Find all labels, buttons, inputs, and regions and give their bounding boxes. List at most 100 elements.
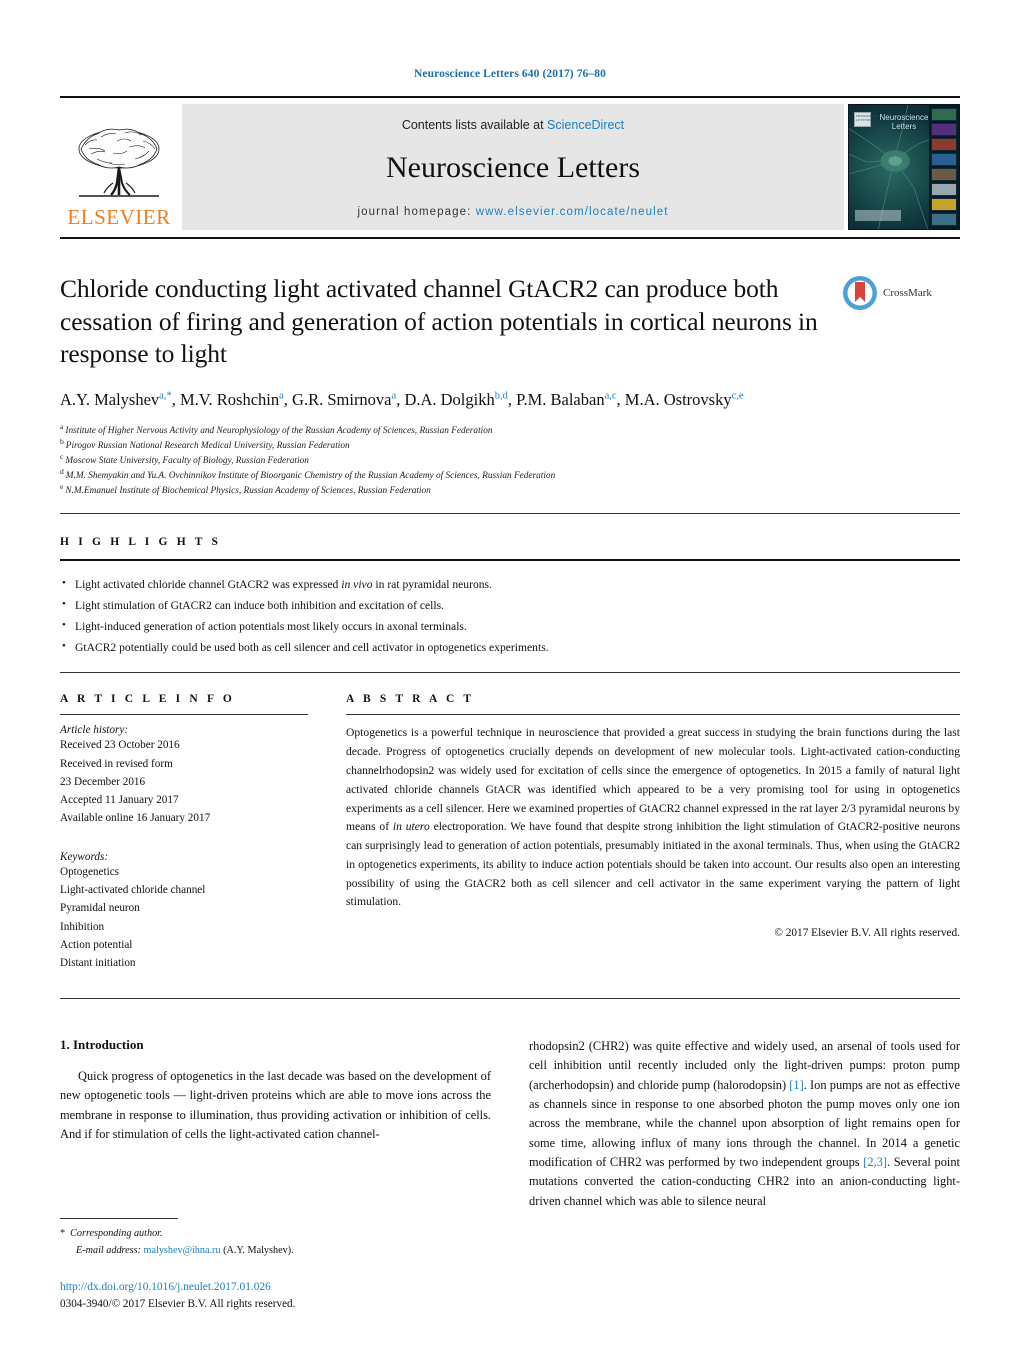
homepage-prefix: journal homepage: (357, 206, 476, 218)
keywords-block: Keywords: Optogenetics Light-activated ch… (60, 851, 308, 972)
cover-cell (931, 198, 957, 211)
body-column-left: 1. Introduction Quick progress of optoge… (60, 1037, 491, 1211)
crossmark-icon (843, 276, 877, 310)
article-first-page: Neuroscience Letters 640 (2017) 76–80 EL… (0, 0, 1020, 1351)
divider-highlights-bottom (60, 672, 960, 674)
info-abstract-row: A R T I C L E I N F O Article history: R… (60, 693, 960, 972)
affiliation-item: c Moscow State University, Faculty of Bio… (60, 452, 960, 469)
affiliation-item: e N.M.Emanuel Institute of Biochemical Ph… (60, 481, 960, 499)
elsevier-tree-icon (78, 128, 160, 197)
journal-masthead: ELSEVIER Contents lists available at Sci… (60, 96, 960, 239)
journal-cover-thumbnail: NEUROSCIENCE LETTERS Neuroscience Letter… (848, 104, 960, 230)
keyword-item: Distant initiation (60, 956, 136, 969)
article-history-item: Received in revised form (60, 757, 173, 770)
author-name: M.A. Ostrovsky (624, 389, 732, 409)
author-name: D.A. Dolgikh (404, 389, 495, 409)
keyword-item: Pyramidal neuron (60, 902, 140, 915)
cover-cell (931, 123, 957, 136)
highlight-item: GtACR2 potentially could be used both as… (60, 636, 960, 658)
journal-title: Neuroscience Letters (385, 151, 641, 184)
cover-journal-title: Neuroscience Letters (879, 113, 929, 132)
article-info-column: A R T I C L E I N F O Article history: R… (60, 693, 308, 972)
body-columns: 1. Introduction Quick progress of optoge… (60, 1037, 960, 1211)
homepage-url-link[interactable]: www.elsevier.com/locate/neulet (476, 206, 669, 218)
author-name: A.Y. Malyshev (60, 389, 160, 409)
author-name: G.R. Smirnova (292, 389, 392, 409)
elsevier-logo: ELSEVIER (60, 104, 178, 230)
author-affiliation-mark: c,e (731, 390, 744, 402)
keyword-item: Light-activated chloride channel (60, 884, 206, 897)
sciencedirect-link[interactable]: ScienceDirect (547, 118, 624, 132)
article-history-label: Article history: (60, 724, 129, 737)
highlights-heading: H I G H L I G H T S (60, 536, 222, 549)
article-history-item: Accepted 11 January 2017 (60, 793, 179, 806)
running-head: Neuroscience Letters 640 (2017) 76–80 (414, 68, 606, 80)
reference-link-2[interactable]: [2,3] (863, 1155, 887, 1169)
divider-highlights-top (60, 559, 960, 562)
cover-image-strip (929, 105, 959, 229)
cover-footer-bar (855, 210, 901, 221)
keywords-label: Keywords: (60, 851, 109, 864)
crossmark-badge[interactable]: CrossMark (842, 273, 960, 311)
cover-cell (931, 108, 957, 121)
affiliation-item: d M.M. Shemyakin and Yu.A. Ovchinnikov In… (60, 466, 960, 484)
author-affiliation-mark: b,d (494, 390, 508, 402)
contents-prefix: Contents lists available at (401, 118, 548, 132)
divider-above-highlights (60, 513, 960, 515)
keyword-item: Optogenetics (60, 866, 120, 879)
abstract-rule (346, 714, 960, 716)
affiliation-text: M.M. Shemyakin and Yu.A. Ovchinnikov Ins… (65, 470, 556, 481)
email-label: E-mail address: (76, 1244, 141, 1256)
keyword-item: Action potential (60, 938, 133, 951)
elsevier-wordmark: ELSEVIER (67, 205, 171, 229)
author-name: M.V. Roshchin (179, 389, 280, 409)
title-text-wrap: Chloride conducting light activated chan… (60, 273, 842, 371)
email-link[interactable]: malyshev@ihna.ru (144, 1245, 221, 1256)
introduction-paragraph-right: rhodopsin2 (CHR2) was quite effective an… (529, 1037, 960, 1211)
cover-cell (931, 183, 957, 196)
affiliation-text: Pirogov Russian National Research Medica… (65, 440, 350, 451)
page-title: Chloride conducting light activated chan… (60, 274, 818, 369)
author-affiliation-mark: a,* (159, 390, 172, 402)
article-history-item: 23 December 2016 (60, 775, 146, 788)
highlights-list: Light activated chloride channel GtACR2 … (60, 573, 960, 658)
article-info-rule (60, 714, 308, 716)
doi-link[interactable]: http://dx.doi.org/10.1016/j.neulet.2017.… (60, 1279, 520, 1296)
article-history-item: Available online 16 January 2017 (60, 811, 211, 824)
email-suffix: (A.Y. Malyshev). (223, 1244, 294, 1256)
abstract-copyright: © 2017 Elsevier B.V. All rights reserved… (774, 927, 960, 940)
affiliation-text: Moscow State University, Faculty of Biol… (65, 455, 309, 466)
reference-link-1[interactable]: [1] (789, 1078, 803, 1092)
affiliation-list: a Institute of Higher Nervous Activity an… (60, 421, 960, 499)
cover-cell (931, 138, 957, 151)
affiliation-mark: e (60, 481, 64, 491)
author-list: A.Y. Malysheva,*, M.V. Roshchina, G.R. S… (60, 389, 744, 409)
affiliation-item: a Institute of Higher Nervous Activity an… (60, 421, 960, 439)
cover-cell (931, 153, 957, 166)
author-affiliation-mark: a,c (604, 390, 617, 402)
article-history-list: Received 23 October 2016 Received in revi… (60, 736, 308, 827)
keywords-list: Optogenetics Light-activated chloride cha… (60, 863, 308, 972)
highlight-item: Light activated chloride channel GtACR2 … (60, 573, 960, 595)
abstract-heading: A B S T R A C T (346, 693, 475, 706)
contents-available-line: Contents lists available at ScienceDirec… (402, 118, 624, 132)
cover-cell (931, 168, 957, 181)
keyword-item: Inhibition (60, 920, 105, 933)
section-heading-introduction: 1. Introduction (60, 1036, 144, 1052)
affiliation-mark: a (60, 421, 64, 431)
affiliation-text: N.M.Emanuel Institute of Biochemical Phy… (65, 485, 431, 496)
article-history-item: Received 23 October 2016 (60, 739, 180, 752)
corresponding-author-line: * Corresponding author. (60, 1226, 460, 1242)
affiliation-mark: b (60, 436, 64, 446)
cover-cell (931, 213, 957, 226)
introduction-paragraph-left: Quick progress of optogenetics in the la… (60, 1068, 491, 1141)
body-column-right: rhodopsin2 (CHR2) was quite effective an… (529, 1037, 960, 1211)
affiliation-mark: d (60, 466, 64, 476)
highlight-item: Light-induced generation of action poten… (60, 615, 960, 637)
journal-banner: Contents lists available at ScienceDirec… (182, 104, 844, 230)
divider-below-abstract (60, 997, 960, 999)
author-affiliation-mark: a (391, 390, 397, 402)
abstract-column: A B S T R A C T Optogenetics is a powerf… (346, 693, 960, 972)
doi-block: http://dx.doi.org/10.1016/j.neulet.2017.… (60, 1279, 520, 1313)
corresponding-author-label: Corresponding author. (70, 1228, 163, 1240)
